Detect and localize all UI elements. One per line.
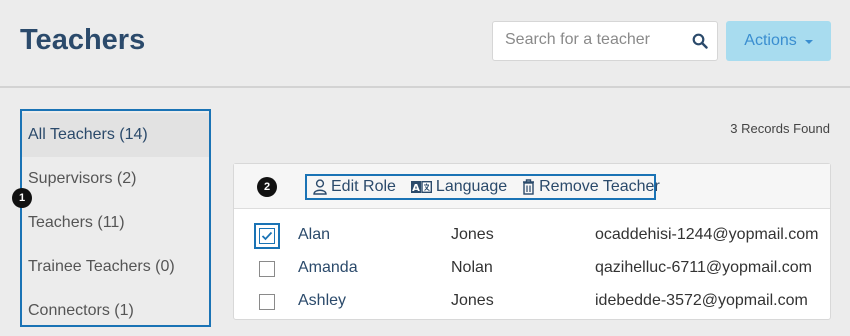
table-row[interactable]: Amanda Nolan qazihelluc-6711@yopmail.com (234, 252, 830, 285)
bulk-action-toolbar: 2 Edit Role A Language Remove Teacher (234, 164, 830, 209)
chevron-down-icon (804, 40, 813, 44)
first-name-cell: Amanda (298, 259, 358, 276)
remove-teacher-label: Remove Teacher (539, 178, 660, 195)
actions-button-label: Actions (744, 32, 797, 49)
search-box[interactable] (492, 21, 718, 61)
row-checkbox[interactable] (259, 294, 275, 310)
header-divider (0, 86, 850, 88)
sidebar-item-label: Supervisors (2) (28, 170, 137, 187)
sidebar-item-label: Connectors (1) (28, 302, 134, 319)
email-cell: ocaddehisi-1244@yopmail.com (595, 226, 819, 243)
svg-text:A: A (412, 183, 420, 193)
email-cell: idebedde-3572@yopmail.com (595, 292, 808, 309)
teacher-filter-sidebar: All Teachers (14) Supervisors (2) Teache… (20, 109, 211, 327)
sidebar-item-connectors[interactable]: Connectors (1) (22, 289, 209, 333)
table-row[interactable]: Alan Jones ocaddehisi-1244@yopmail.com (234, 219, 830, 252)
row-checkbox[interactable] (259, 228, 275, 244)
sidebar-item-teachers[interactable]: Teachers (11) (22, 201, 209, 245)
page-title: Teachers (20, 24, 146, 56)
sidebar-item-label: All Teachers (14) (28, 126, 148, 143)
bulk-action-group: Edit Role A Language Remove Teacher (305, 174, 660, 200)
edit-role-label: Edit Role (331, 178, 396, 195)
annotation-marker-1: 1 (12, 188, 32, 208)
last-name-cell: Jones (451, 292, 494, 309)
sidebar-item-all-teachers[interactable]: All Teachers (14) (22, 113, 209, 157)
annotation-marker-2: 2 (257, 177, 277, 197)
search-input[interactable] (505, 31, 685, 49)
last-name-cell: Nolan (451, 259, 493, 276)
teachers-table-panel: 2 Edit Role A Language Remove Teacher Al… (233, 163, 831, 320)
email-cell: qazihelluc-6711@yopmail.com (595, 259, 812, 276)
sidebar-item-label: Teachers (11) (28, 214, 125, 231)
records-count: 3 Records Found (730, 121, 830, 136)
search-icon[interactable] (692, 33, 708, 49)
first-name-cell: Alan (298, 226, 331, 243)
checkmark-icon (261, 231, 273, 241)
sidebar-item-label: Trainee Teachers (0) (28, 258, 175, 275)
actions-button[interactable]: Actions (726, 21, 831, 61)
language-label: Language (435, 178, 508, 195)
table-row[interactable]: Ashley Jones idebedde-3572@yopmail.com (234, 285, 830, 318)
edit-role-button[interactable]: Edit Role (313, 178, 396, 196)
language-icon: A (410, 181, 432, 193)
trash-icon (522, 179, 535, 195)
last-name-cell: Jones (451, 226, 494, 243)
language-button[interactable]: A Language (410, 178, 508, 196)
sidebar-item-supervisors[interactable]: Supervisors (2) (22, 157, 209, 201)
first-name-cell: Ashley (298, 292, 347, 309)
remove-teacher-button[interactable]: Remove Teacher (522, 178, 660, 196)
person-icon (313, 179, 327, 195)
sidebar-item-trainee-teachers[interactable]: Trainee Teachers (0) (22, 245, 209, 289)
row-checkbox[interactable] (259, 261, 275, 277)
